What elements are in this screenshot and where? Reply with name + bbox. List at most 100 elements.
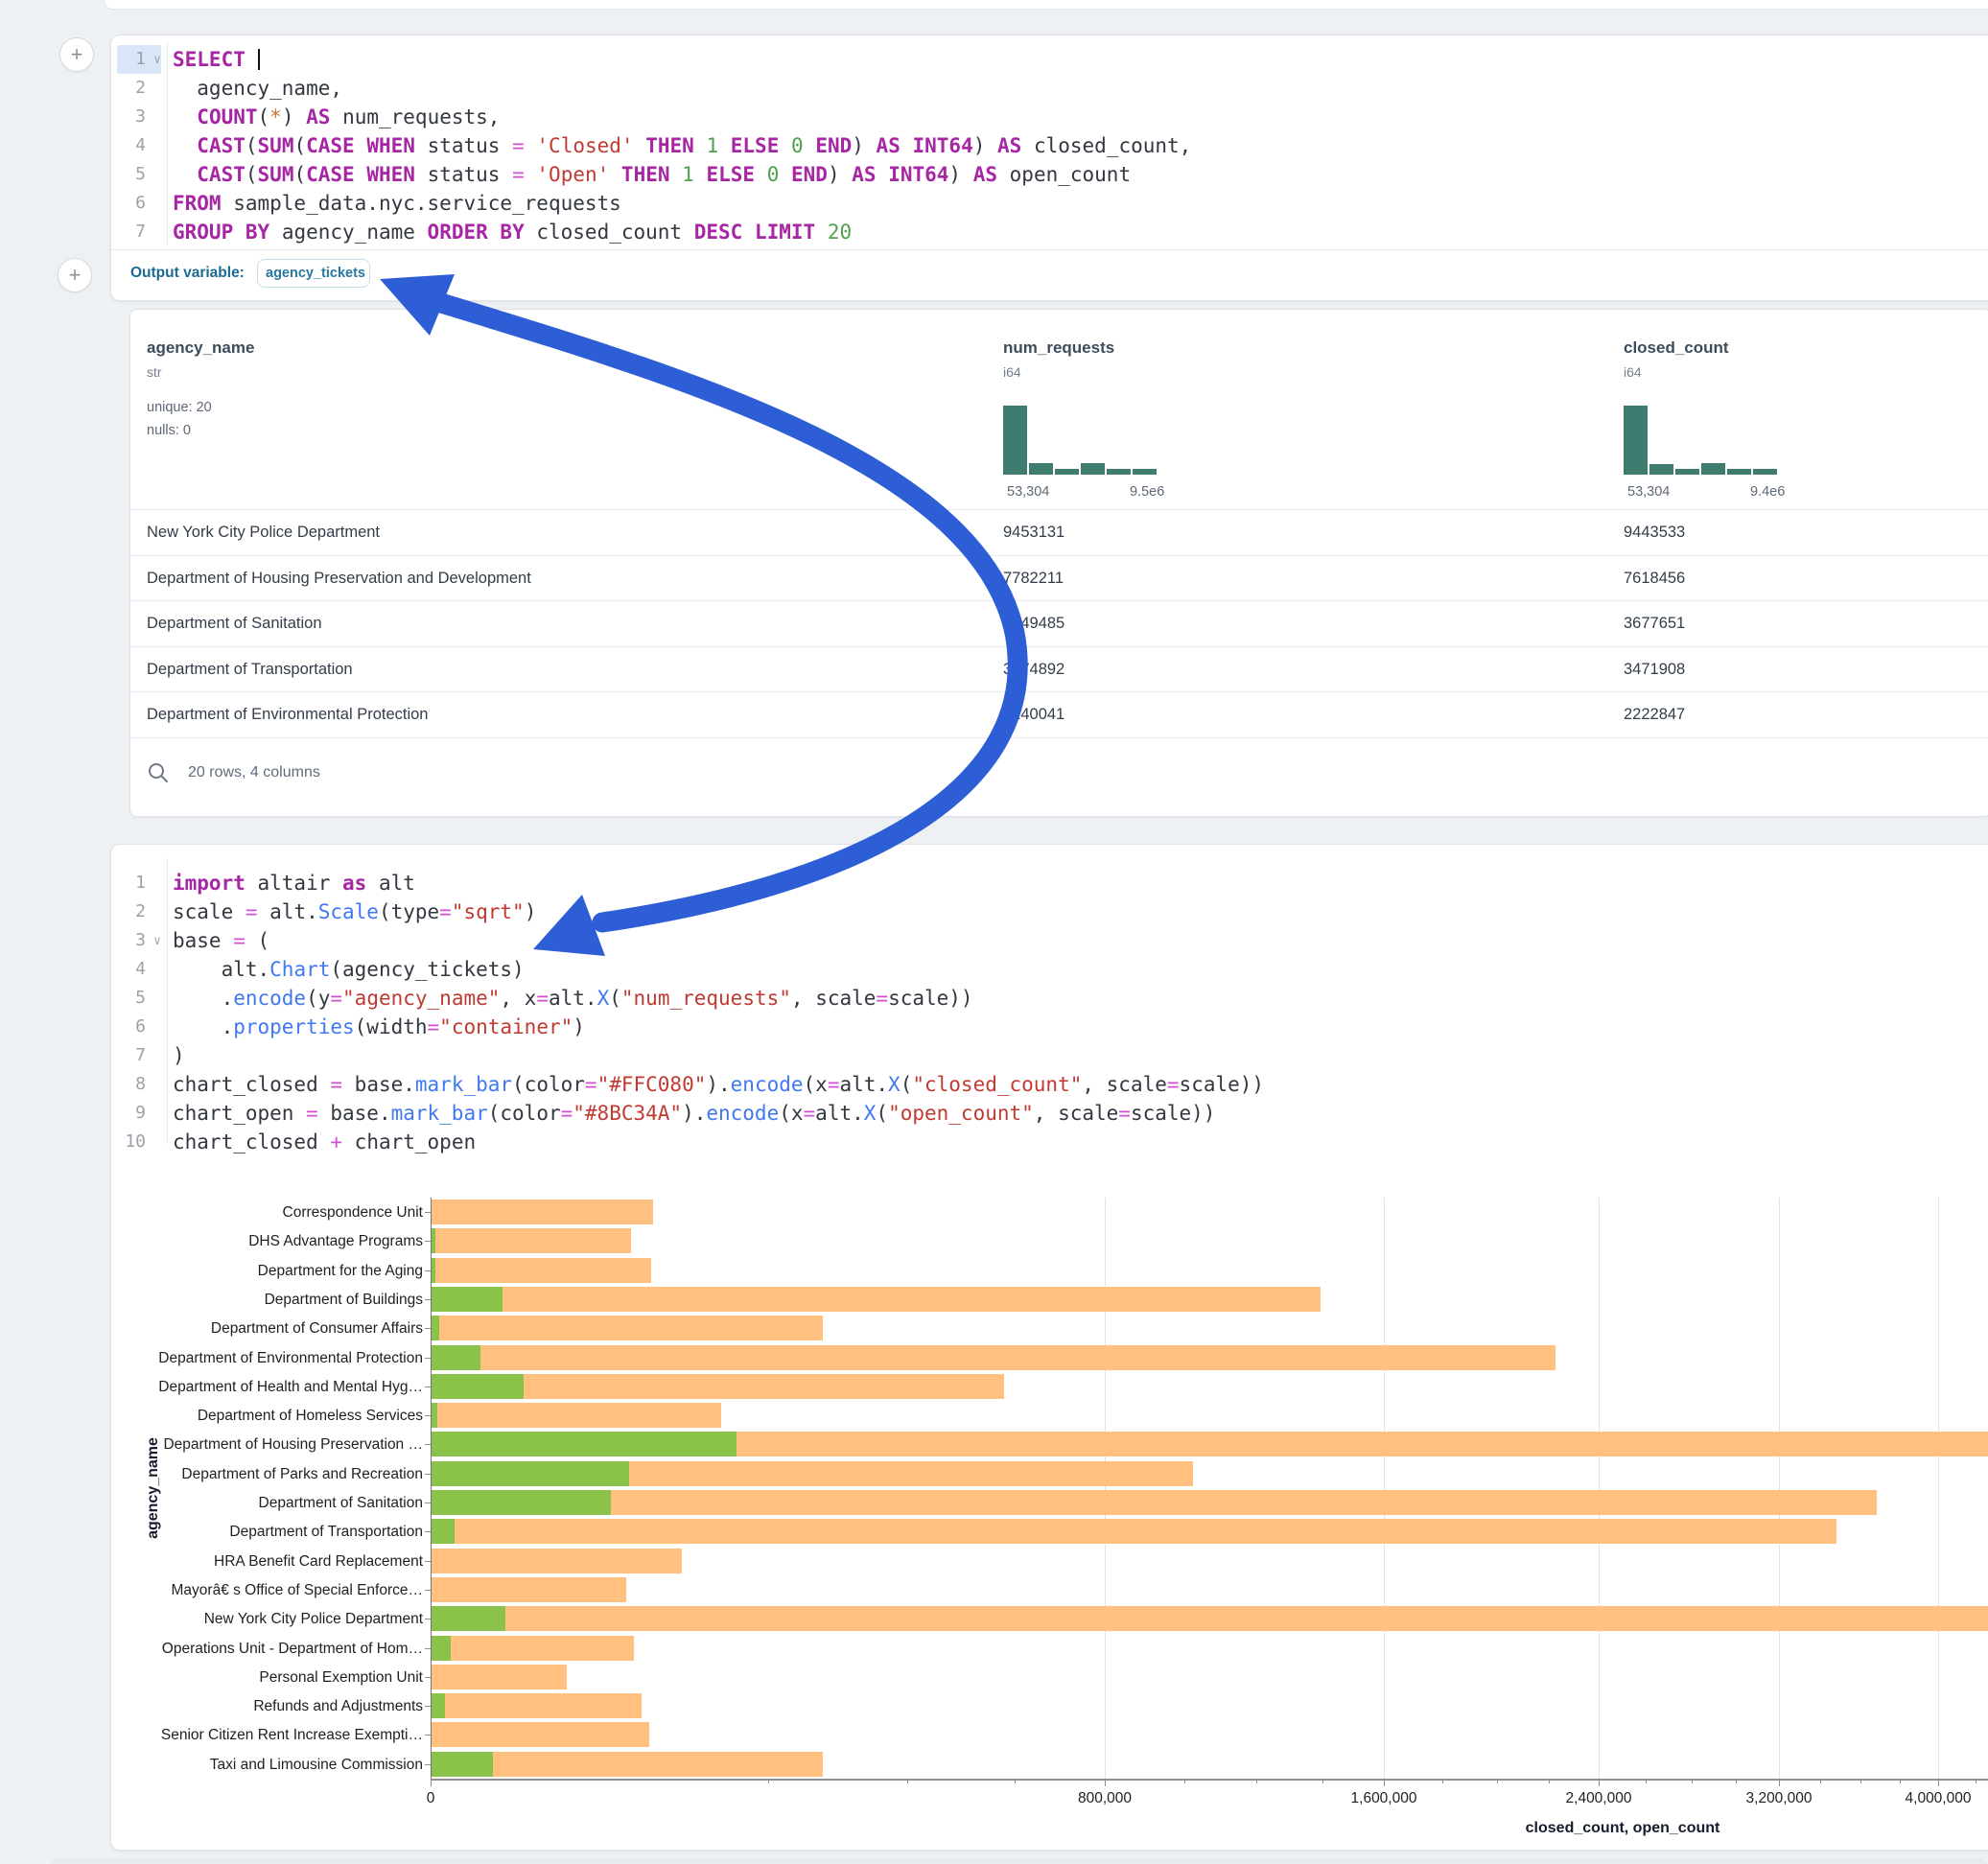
histogram-bar [1675, 469, 1699, 475]
line-number: 3 [117, 103, 161, 131]
column-name[interactable]: num_requests [1003, 338, 1114, 358]
code-line[interactable]: CAST(SUM(CASE WHEN status = 'Closed' THE… [173, 131, 1191, 160]
code-line[interactable]: COUNT(*) AS num_requests, [173, 103, 500, 131]
column-histogram [1003, 406, 1166, 475]
line-number: 5 [117, 984, 161, 1013]
collapse-chevron-icon[interactable]: ∨ [146, 927, 161, 956]
table-cell: New York City Police Department [147, 510, 380, 555]
histogram-min-label: 53,304 [1007, 484, 1049, 500]
code-line[interactable]: import altair as alt [173, 869, 415, 897]
code-line[interactable]: chart_open = base.mark_bar(color="#8BC34… [173, 1099, 1215, 1128]
code-line[interactable]: GROUP BY agency_name ORDER BY closed_cou… [173, 218, 852, 246]
table-row: New York City Police Department 9453131 94… [130, 509, 1988, 555]
table-bottom-border [130, 737, 1988, 738]
gutter-separator [167, 41, 168, 246]
dataframe-preview: agency_namestr unique: 20 nulls: 0 num_requ… [129, 309, 1988, 817]
python-cell: 1 import altair as alt 2 scale = alt.Scal… [110, 844, 1988, 1851]
histogram-max-label: 9.5e6 [1130, 484, 1164, 500]
table-cell: 9453131 [1003, 510, 1064, 555]
code-line[interactable]: agency_name, [173, 74, 342, 103]
previous-cell-remnant [104, 0, 1988, 10]
table-row: Department of Housing Preservation and D… [130, 555, 1988, 601]
line-number: 6 [117, 189, 161, 218]
table-cell: Department of Transportation [147, 647, 353, 692]
histogram-bar [1003, 406, 1027, 475]
histogram-bar [1081, 463, 1105, 475]
code-line[interactable]: base = ( [173, 926, 269, 955]
search-icon[interactable] [147, 761, 170, 784]
column-name[interactable]: agency_name [147, 338, 254, 358]
sql-cell: 1∨ SELECT 2 agency_name, 3 COUNT(*) AS num… [110, 35, 1988, 301]
histogram-bar [1133, 469, 1157, 475]
text-cursor [258, 49, 260, 70]
line-number: 6 [117, 1013, 161, 1041]
table-cell: 7618456 [1624, 556, 1685, 601]
table-cell: Department of Environmental Protection [147, 692, 428, 737]
table-cell: 2222847 [1624, 692, 1685, 737]
line-number: 7 [117, 1041, 161, 1070]
line-number: 4 [117, 955, 161, 984]
code-line[interactable]: .encode(y="agency_name", x=alt.X("num_re… [173, 984, 973, 1013]
code-line[interactable]: SELECT [173, 45, 260, 74]
line-number: 10 [117, 1128, 161, 1156]
table-cell: 3471908 [1624, 647, 1685, 692]
histogram-bar [1701, 463, 1725, 475]
table-cell: 3774892 [1003, 647, 1064, 692]
table-row: Department of Transportation 3774892 34719… [130, 646, 1988, 692]
column-histogram [1624, 406, 1787, 475]
output-variable-row: Output variable: agency_tickets [111, 249, 1988, 300]
line-number: 3∨ [117, 926, 161, 955]
table-row: Department of Environmental Protection 22… [130, 691, 1988, 737]
code-line[interactable]: chart_closed = base.mark_bar(color="#FFC… [173, 1070, 1264, 1099]
histogram-max-label: 9.4e6 [1750, 484, 1785, 500]
output-variable-label: Output variable: [130, 265, 245, 282]
table-row: Department of Sanitation 3749485 3677651 [130, 600, 1988, 646]
table-cell: 7782211 [1003, 556, 1064, 601]
column-type: str [147, 364, 162, 380]
line-number: 1∨ [117, 45, 161, 74]
table-cell: 2240041 [1003, 692, 1064, 737]
line-number: 4 [117, 131, 161, 160]
histogram-min-label: 53,304 [1627, 484, 1670, 500]
column-stat: unique: 20 [147, 400, 212, 415]
column-stat: nulls: 0 [147, 423, 191, 438]
histogram-bar [1649, 464, 1673, 475]
gutter-separator [167, 858, 168, 1144]
table-cell: Department of Sanitation [147, 601, 322, 646]
histogram-bar [1727, 469, 1751, 475]
column-type: i64 [1003, 364, 1021, 380]
line-number: 8 [117, 1070, 161, 1099]
histogram-bar [1753, 469, 1777, 475]
line-number: 5 [117, 160, 161, 189]
code-line[interactable]: .properties(width="container") [173, 1013, 585, 1041]
line-number: 2 [117, 897, 161, 926]
column-type: i64 [1624, 364, 1642, 380]
histogram-bar [1107, 469, 1131, 475]
histogram-bar [1029, 463, 1053, 475]
next-section-edge [50, 1858, 1988, 1864]
add-cell-button-middle[interactable]: + [58, 258, 92, 292]
code-line[interactable]: ) [173, 1041, 185, 1070]
table-cell: 3677651 [1624, 601, 1685, 646]
code-line[interactable]: scale = alt.Scale(type="sqrt") [173, 897, 536, 926]
line-number: 7 [117, 218, 161, 246]
code-line[interactable]: alt.Chart(agency_tickets) [173, 955, 525, 984]
add-cell-button-top[interactable]: + [59, 37, 94, 72]
code-line[interactable]: CAST(SUM(CASE WHEN status = 'Open' THEN … [173, 160, 1131, 189]
line-number: 9 [117, 1099, 161, 1128]
output-variable-pill[interactable]: agency_tickets [257, 259, 370, 288]
histogram-bar [1624, 406, 1648, 475]
table-cell: 3749485 [1003, 601, 1064, 646]
code-line[interactable]: chart_closed + chart_open [173, 1128, 476, 1156]
table-dimensions: 20 rows, 4 columns [188, 764, 320, 781]
line-number: 1 [117, 869, 161, 897]
histogram-bar [1055, 469, 1079, 475]
code-line[interactable]: FROM sample_data.nyc.service_requests [173, 189, 621, 218]
table-cell: Department of Housing Preservation and D… [147, 556, 531, 601]
notebook-page: + + 1∨SELECT 2 agency_name,3 COUNT(*) AS… [0, 0, 1988, 1864]
line-number: 2 [117, 74, 161, 103]
collapse-chevron-icon[interactable]: ∨ [146, 46, 161, 75]
table-search[interactable] [147, 761, 170, 789]
column-name[interactable]: closed_count [1624, 338, 1729, 358]
table-cell: 9443533 [1624, 510, 1685, 555]
